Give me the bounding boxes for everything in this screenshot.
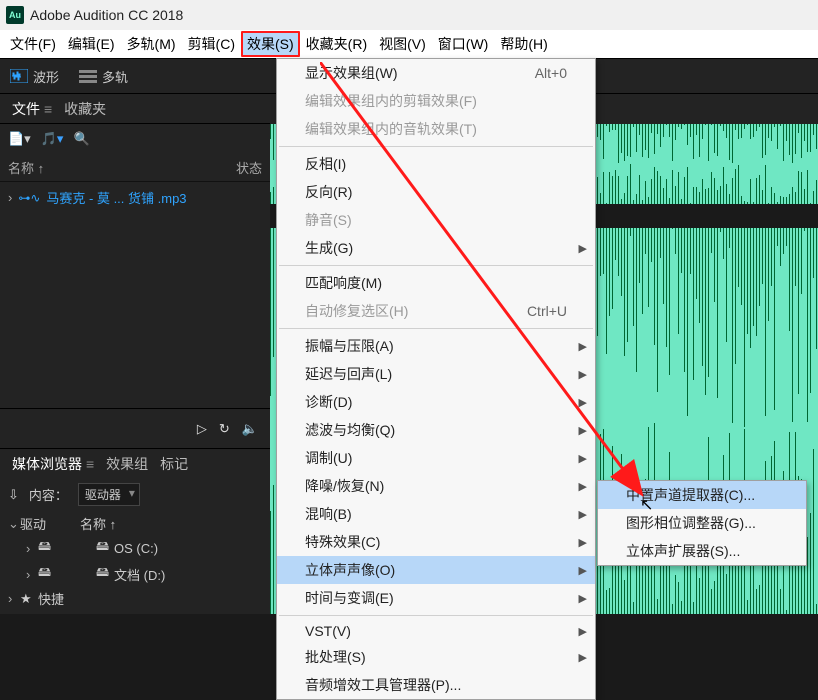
submenu-caret-icon: ▶: [579, 242, 587, 255]
submenu-caret-icon: ▶: [579, 508, 587, 521]
app-title: Adobe Audition CC 2018: [30, 7, 183, 23]
menu-item[interactable]: 显示效果组(W)Alt+0: [277, 59, 595, 87]
menu-multitrack[interactable]: 多轨(M): [121, 31, 182, 57]
tree-row-os[interactable]: ›🖴 🖴 OS (C:): [8, 535, 262, 561]
menu-clip[interactable]: 剪辑(C): [182, 31, 241, 57]
effects-menu: 显示效果组(W)Alt+0编辑效果组内的剪辑效果(F)编辑效果组内的音轨效果(T…: [276, 58, 596, 700]
menu-item[interactable]: 诊断(D)▶: [277, 388, 595, 416]
menu-item[interactable]: 振幅与压限(A)▶: [277, 332, 595, 360]
menu-item[interactable]: 时间与变调(E)▶: [277, 584, 595, 612]
menu-help[interactable]: 帮助(H): [494, 31, 553, 57]
tab-markers[interactable]: 标记: [154, 450, 194, 478]
volume-button[interactable]: 🔈: [242, 421, 258, 437]
menu-item[interactable]: 生成(G)▶: [277, 234, 595, 262]
submenu-caret-icon: ▶: [579, 480, 587, 493]
files-tab-row: 文件≡ 收藏夹: [0, 94, 270, 124]
multitrack-icon: [79, 69, 97, 83]
menu-item[interactable]: 匹配响度(M): [277, 269, 595, 297]
content-label: 内容：: [29, 485, 68, 504]
tab-media-browser[interactable]: 媒体浏览器≡: [6, 450, 100, 478]
menu-item[interactable]: VST(V)▶: [277, 619, 595, 643]
app-icon: Au: [6, 6, 24, 24]
file-row[interactable]: › ⊶∿ 马赛克 - 莫 ... 货铺 .mp3: [0, 184, 270, 211]
menu-item[interactable]: 批处理(S)▶: [277, 643, 595, 671]
submenu-item[interactable]: 图形相位调整器(G)...: [598, 509, 806, 537]
audio-file-icon[interactable]: 🎵▾: [41, 131, 64, 147]
play-button[interactable]: ▷: [197, 421, 207, 437]
menu-item[interactable]: 调制(U)▶: [277, 444, 595, 472]
menu-item[interactable]: 滤波与均衡(Q)▶: [277, 416, 595, 444]
file-name: 马赛克 - 莫 ... 货铺 .mp3: [46, 188, 186, 207]
menu-item[interactable]: 音频增效工具管理器(P)...: [277, 671, 595, 699]
tree-quick[interactable]: ›★ 快捷: [8, 587, 262, 610]
submenu-caret-icon: ▶: [579, 564, 587, 577]
menu-item: 编辑效果组内的音轨效果(T): [277, 115, 595, 143]
mode-multitrack[interactable]: 多轨: [69, 63, 138, 90]
mode-multitrack-label: 多轨: [102, 67, 128, 86]
media-tabs: 媒体浏览器≡ 效果组 标记: [0, 449, 270, 479]
menu-view[interactable]: 视图(V): [373, 31, 432, 57]
menu-window[interactable]: 窗口(W): [432, 31, 495, 57]
left-panel: 文件≡ 收藏夹 📄▾ 🎵▾ 🔍 名称 ↑ 状态 › ⊶∿ 马赛克 - 莫 ...…: [0, 94, 270, 614]
media-tree: ⌄ 驱动 名称 ↑ ›🖴 🖴 OS (C:) ›🖴 🖴 文档 (D:): [8, 512, 262, 610]
submenu-caret-icon: ▶: [579, 368, 587, 381]
menu-item[interactable]: 反相(I): [277, 150, 595, 178]
menu-file[interactable]: 文件(F): [4, 31, 62, 57]
file-toolbar: 📄▾ 🎵▾ 🔍: [0, 124, 270, 154]
menu-item[interactable]: 降噪/恢复(N)▶: [277, 472, 595, 500]
submenu-caret-icon: ▶: [579, 536, 587, 549]
search-input[interactable]: 🔍: [73, 131, 262, 147]
tab-favorites[interactable]: 收藏夹: [58, 95, 112, 123]
star-icon: ★: [20, 591, 38, 607]
loop-button[interactable]: ↻: [219, 421, 230, 437]
submenu-caret-icon: ▶: [579, 424, 587, 437]
mode-waveform[interactable]: 波形: [0, 63, 69, 90]
title-bar: Au Adobe Audition CC 2018: [0, 0, 818, 30]
col-status[interactable]: 状态: [236, 158, 262, 177]
transport-controls: ▷ ↻ 🔈: [0, 408, 270, 448]
waveform-icon: [10, 69, 28, 83]
menu-item: 自动修复选区(H)Ctrl+U: [277, 297, 595, 325]
menu-item[interactable]: 延迟与回声(L)▶: [277, 360, 595, 388]
files-column-header: 名称 ↑ 状态: [0, 154, 270, 182]
menu-item: 编辑效果组内的剪辑效果(F): [277, 87, 595, 115]
menu-item[interactable]: 混响(B)▶: [277, 500, 595, 528]
media-browser-panel: 媒体浏览器≡ 效果组 标记 ⇩ 内容： 驱动器 ⌄ 驱动 名称 ↑: [0, 448, 270, 614]
menu-item[interactable]: 特殊效果(C)▶: [277, 528, 595, 556]
submenu-item[interactable]: 中置声道提取器(C)...: [598, 481, 806, 509]
download-icon[interactable]: ⇩: [8, 487, 19, 503]
content-dropdown[interactable]: 驱动器: [78, 483, 140, 506]
tab-files[interactable]: 文件≡: [6, 95, 58, 123]
menu-bar: 文件(F) 编辑(E) 多轨(M) 剪辑(C) 效果(S) 收藏夹(R) 视图(…: [0, 30, 818, 58]
waveform-icon: ⊶∿: [18, 191, 40, 205]
drive-icon: 🖴: [38, 563, 56, 585]
menu-favorites[interactable]: 收藏夹(R): [300, 31, 373, 57]
drive-icon: 🖴: [38, 537, 56, 559]
submenu-caret-icon: ▶: [579, 651, 587, 664]
expand-caret-icon[interactable]: ›: [8, 190, 12, 205]
open-file-icon[interactable]: 📄▾: [8, 131, 31, 147]
submenu-caret-icon: ▶: [579, 340, 587, 353]
menu-item[interactable]: 立体声声像(O)▶: [277, 556, 595, 584]
submenu-caret-icon: ▶: [579, 625, 587, 638]
stereo-submenu: 中置声道提取器(C)...图形相位调整器(G)...立体声扩展器(S)...: [597, 480, 807, 566]
col-name[interactable]: 名称 ↑: [8, 158, 236, 177]
submenu-caret-icon: ▶: [579, 396, 587, 409]
tab-fx-group[interactable]: 效果组: [100, 450, 154, 478]
tree-row-docs[interactable]: ›🖴 🖴 文档 (D:): [8, 561, 262, 587]
tree-header: ⌄ 驱动 名称 ↑: [8, 512, 262, 535]
menu-effects[interactable]: 效果(S): [241, 31, 300, 57]
mode-waveform-label: 波形: [33, 67, 59, 86]
submenu-item[interactable]: 立体声扩展器(S)...: [598, 537, 806, 565]
menu-item[interactable]: 反向(R): [277, 178, 595, 206]
menu-item: 静音(S): [277, 206, 595, 234]
file-list: › ⊶∿ 马赛克 - 莫 ... 货铺 .mp3: [0, 182, 270, 408]
submenu-caret-icon: ▶: [579, 592, 587, 605]
submenu-caret-icon: ▶: [579, 452, 587, 465]
menu-edit[interactable]: 编辑(E): [62, 31, 121, 57]
